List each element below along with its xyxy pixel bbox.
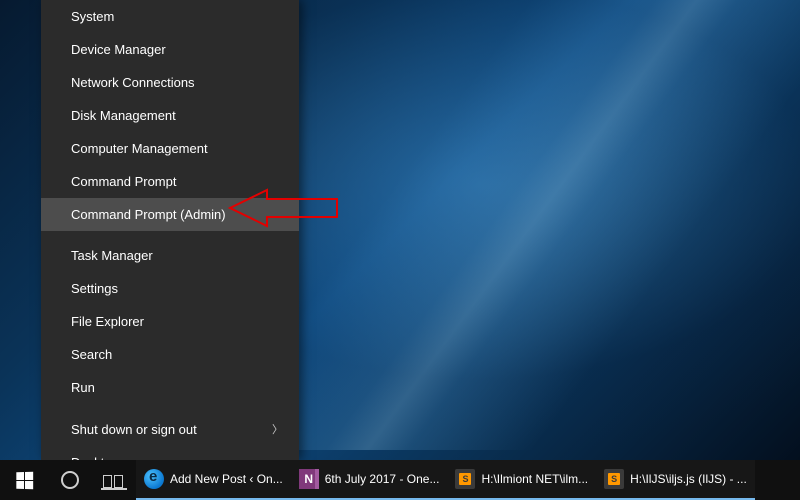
menu-item-command-prompt[interactable]: Command Prompt: [41, 165, 299, 198]
menu-item-label: Network Connections: [71, 75, 195, 90]
menu-item-label: System: [71, 9, 114, 24]
menu-item-label: Computer Management: [71, 141, 208, 156]
taskbar-task-sublime-2[interactable]: S H:\IlJS\iljs.js (IlJS) - ...: [596, 460, 755, 500]
menu-item-label: Settings: [71, 281, 118, 296]
menu-item-label: Shut down or sign out: [71, 422, 197, 437]
menu-item-file-explorer[interactable]: File Explorer: [41, 305, 299, 338]
onenote-icon: N: [299, 469, 319, 489]
menu-item-system[interactable]: System: [41, 0, 299, 33]
sublime-text-icon: S: [455, 469, 475, 489]
menu-item-settings[interactable]: Settings: [41, 272, 299, 305]
menu-item-label: Disk Management: [71, 108, 176, 123]
sublime-text-icon: S: [604, 469, 624, 489]
menu-item-label: Run: [71, 380, 95, 395]
edge-browser-icon: [144, 469, 164, 489]
menu-item-task-manager[interactable]: Task Manager: [41, 239, 299, 272]
chevron-right-icon: 〉: [272, 421, 283, 437]
menu-item-shutdown-signout[interactable]: Shut down or sign out 〉: [41, 412, 299, 446]
menu-item-command-prompt-admin[interactable]: Command Prompt (Admin): [41, 198, 299, 231]
taskbar-task-edge[interactable]: Add New Post ‹ On...: [136, 460, 291, 500]
cortana-icon: [61, 471, 79, 489]
cortana-button[interactable]: [48, 460, 92, 500]
menu-item-device-manager[interactable]: Device Manager: [41, 33, 299, 66]
menu-item-network-connections[interactable]: Network Connections: [41, 66, 299, 99]
taskbar-task-onenote[interactable]: N 6th July 2017 - One...: [291, 460, 448, 500]
task-view-icon: [103, 472, 125, 488]
menu-item-label: File Explorer: [71, 314, 144, 329]
taskbar-task-label: H:\IlJS\iljs.js (IlJS) - ...: [630, 472, 747, 486]
winx-power-user-menu: System Device Manager Network Connection…: [41, 0, 299, 460]
menu-item-label: Task Manager: [71, 248, 153, 263]
task-view-button[interactable]: [92, 460, 136, 500]
taskbar-task-label: 6th July 2017 - One...: [325, 472, 440, 486]
menu-item-label: Command Prompt (Admin): [71, 207, 226, 222]
windows-logo-icon: [16, 471, 33, 489]
menu-item-run[interactable]: Run: [41, 371, 299, 404]
menu-item-computer-management[interactable]: Computer Management: [41, 132, 299, 165]
taskbar-task-sublime-1[interactable]: S H:\Ilmiont NET\ilm...: [447, 460, 596, 500]
menu-item-disk-management[interactable]: Disk Management: [41, 99, 299, 132]
taskbar-task-label: Add New Post ‹ On...: [170, 472, 283, 486]
taskbar: Add New Post ‹ On... N 6th July 2017 - O…: [0, 460, 800, 500]
menu-item-label: Command Prompt: [71, 174, 176, 189]
menu-item-search[interactable]: Search: [41, 338, 299, 371]
menu-item-label: Search: [71, 347, 112, 362]
menu-item-desktop[interactable]: Desktop: [41, 446, 299, 460]
menu-item-label: Device Manager: [71, 42, 166, 57]
taskbar-task-label: H:\Ilmiont NET\ilm...: [481, 472, 588, 486]
start-button[interactable]: [0, 460, 48, 500]
